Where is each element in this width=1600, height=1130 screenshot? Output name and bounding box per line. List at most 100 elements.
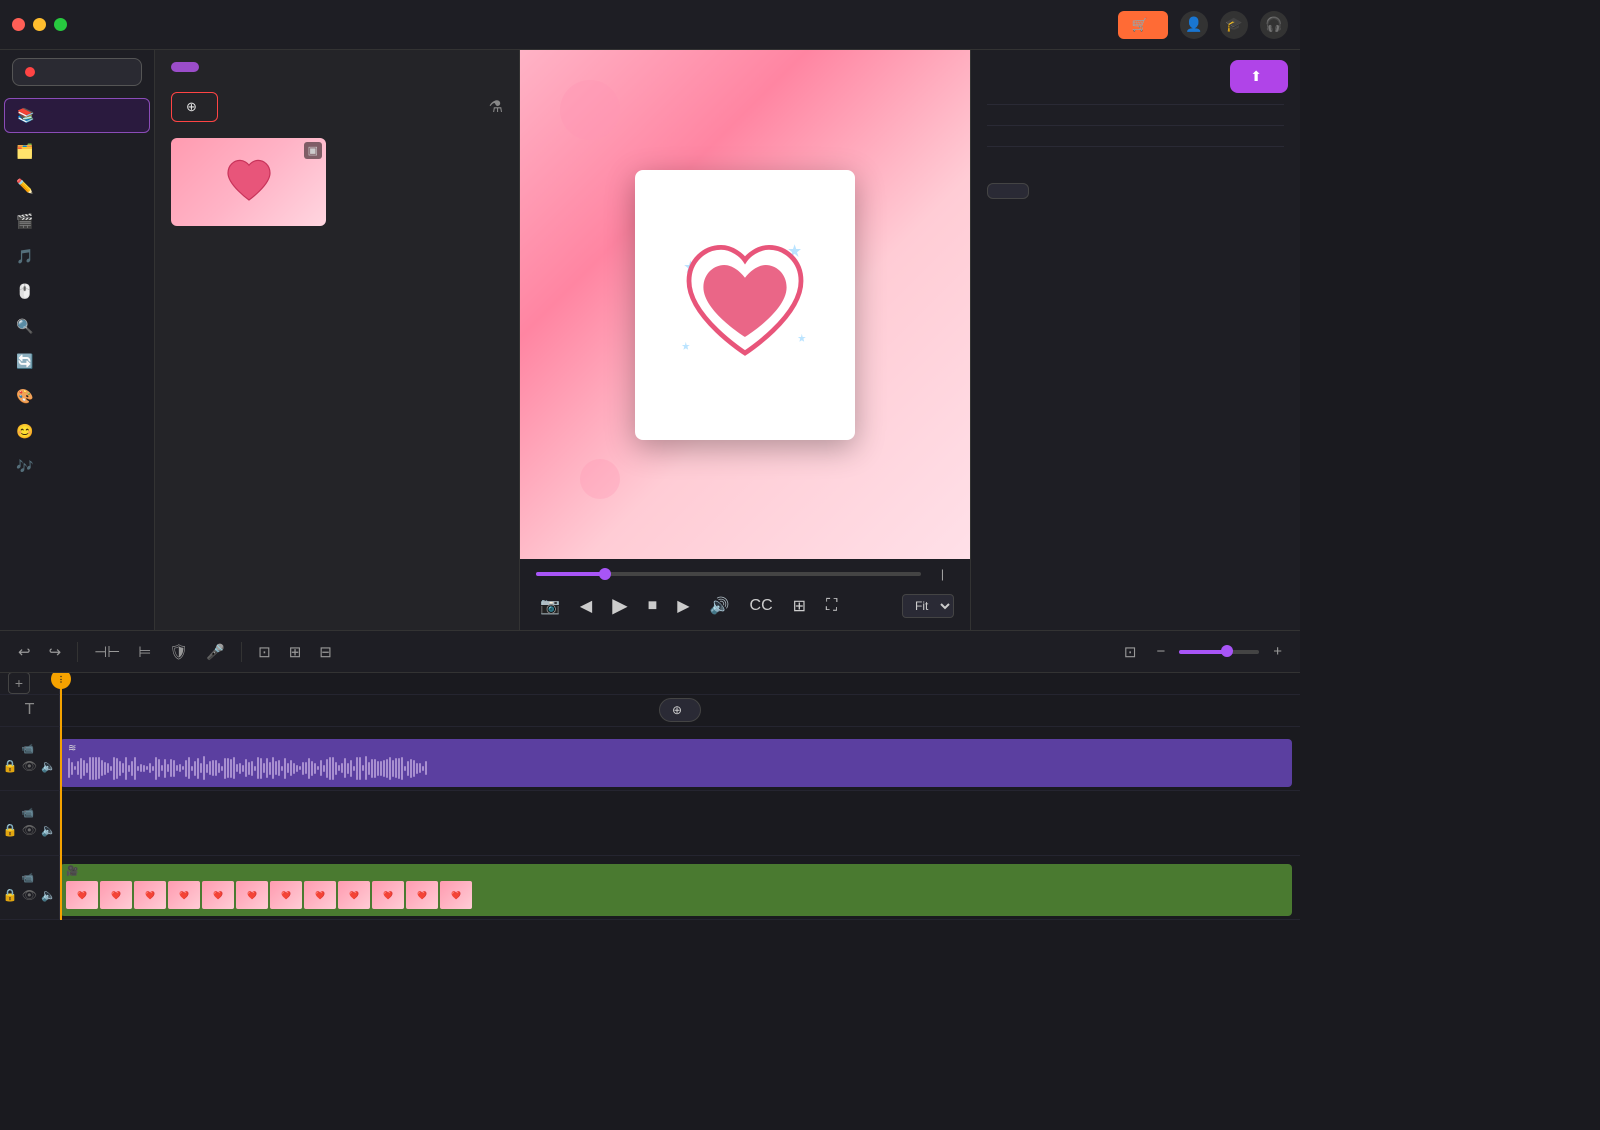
export-button[interactable]: ⬆ — [1230, 60, 1288, 93]
lock-icon-01[interactable]: 🔒 — [3, 888, 18, 902]
info-row-aspect-ratio — [987, 105, 1284, 126]
redo-button[interactable]: ↪ — [43, 639, 68, 665]
step-forward-button[interactable]: ▶ — [673, 592, 693, 620]
zoom-slider[interactable] — [1179, 650, 1259, 654]
video-thumb-7: ❤️ — [270, 881, 302, 909]
lock-icon-03[interactable]: 🔒 — [3, 759, 18, 773]
close-button[interactable] — [12, 18, 25, 31]
education-icon[interactable]: 🎓 — [1220, 11, 1248, 39]
playback-controls: 📷 ◀ ▶ ■ ▶ 🔊 CC ⊞ ⛶ Fit — [536, 589, 954, 622]
profile-icon[interactable]: 👤 — [1180, 11, 1208, 39]
audio-waveform: // Generate waveform bars inline const w… — [68, 754, 1284, 783]
maximize-button[interactable] — [54, 18, 67, 31]
sidebar-item-transitions[interactable]: 🔄 — [4, 345, 150, 378]
thumbnail-preview — [171, 138, 326, 226]
list-item[interactable]: ▣ — [171, 138, 326, 230]
video-clip[interactable]: 🎥 ❤️ ❤️ ❤️ ❤️ ❤️ ❤️ — [60, 864, 1292, 916]
mute-icon-02[interactable]: 🔈 — [41, 823, 56, 837]
zoom-in-button[interactable]: + — [1267, 639, 1288, 664]
zoom-out-button[interactable]: − — [1150, 639, 1171, 664]
split-button[interactable]: ⊣⊢ — [88, 639, 126, 665]
add-cam-button[interactable]: ⊟ — [313, 639, 338, 665]
video-thumb-4: ❤️ — [168, 881, 200, 909]
add-subtitles-button[interactable]: ⊕ — [659, 698, 701, 722]
import-media-button[interactable]: ⊕ — [171, 92, 218, 122]
minimize-button[interactable] — [33, 18, 46, 31]
video-thumb-12: ❤️ — [440, 881, 472, 909]
track-number-02: 📹 — [22, 808, 37, 819]
track-ctrl-icons-01: 🔒 👁 🔈 — [3, 888, 56, 902]
sidebar-item-audio-effects[interactable]: 🎵 — [4, 240, 150, 273]
add-media-button[interactable]: ⊡ — [252, 639, 277, 665]
trim-button[interactable]: ⊨ — [132, 639, 157, 665]
track-num-icon-03: 📹 — [22, 744, 34, 755]
shield-button[interactable]: 🛡 — [163, 639, 194, 665]
eye-icon-02[interactable]: 👁 — [22, 823, 37, 837]
library-tab[interactable] — [171, 62, 199, 72]
captions-button[interactable]: CC — [746, 593, 777, 619]
record-dot-icon — [25, 67, 35, 77]
fit-select[interactable]: Fit — [902, 594, 954, 618]
sidebar-item-stickers[interactable]: 😊 — [4, 415, 150, 448]
play-button[interactable]: ▶ — [608, 589, 631, 622]
stop-button[interactable]: ■ — [644, 593, 662, 619]
purchase-button[interactable]: 🛒 — [1118, 11, 1168, 39]
upload-icon: ⬆ — [1250, 68, 1262, 85]
audio-clip-label: ≋ — [68, 743, 1284, 754]
plus-icon: ⊕ — [672, 703, 682, 717]
playhead[interactable]: ⋮ — [60, 673, 62, 920]
sidebar-item-brand-kits[interactable]: 🎨 — [4, 380, 150, 413]
undo-button[interactable]: ↩ — [12, 639, 37, 665]
preview-controls: | 📷 ◀ ▶ ■ ▶ 🔊 CC ⊞ ⛶ Fit — [520, 559, 970, 630]
brand-kits-icon: 🎨 — [16, 388, 34, 405]
info-row-frame-rate — [987, 147, 1284, 167]
sidebar-item-templates[interactable]: 🗂️ — [4, 135, 150, 168]
volume-button[interactable]: 🔊 — [706, 592, 734, 620]
waveform-icon: ≋ — [68, 743, 76, 754]
main-content: 📚 🗂️ ✏️ 🎬 🎵 🖱️ 🔍 🔄 — [0, 50, 1300, 630]
fullscreen-button[interactable]: ⛶ — [822, 593, 841, 619]
sidebar-item-cursor-effects[interactable]: 🖱️ — [4, 275, 150, 308]
sidebar-item-my-library[interactable]: 📚 — [4, 98, 150, 133]
add-track-button[interactable]: + — [8, 673, 30, 694]
add-screen-button[interactable]: ⊞ — [283, 639, 308, 665]
filter-icon[interactable]: ⚗ — [489, 97, 503, 117]
progress-row: | — [536, 567, 954, 581]
library-header — [155, 50, 519, 84]
progress-fill — [536, 572, 605, 576]
step-back-button[interactable]: ◀ — [576, 592, 596, 620]
sidebar-item-video-effects[interactable]: 🎬 — [4, 205, 150, 238]
preview-background — [520, 50, 970, 559]
video-thumb-6: ❤️ — [236, 881, 268, 909]
zoom-controls: ⊡ − + — [1118, 639, 1288, 665]
screenshot-button[interactable]: 📷 — [536, 592, 564, 620]
headset-icon[interactable]: 🎧 — [1260, 11, 1288, 39]
timeline: ↩ ↪ ⊣⊢ ⊨ 🛡 🎤 ⊡ ⊞ ⊟ ⊡ − + + — [0, 630, 1300, 920]
track-number-01: 📹 — [22, 873, 37, 884]
timeline-toolbar: ↩ ↪ ⊣⊢ ⊨ 🛡 🎤 ⊡ ⊞ ⊟ ⊡ − + — [0, 631, 1300, 673]
eye-icon-03[interactable]: 👁 — [22, 759, 37, 773]
record-button[interactable] — [12, 58, 142, 86]
titlebar: 🛒 👤 🎓 🎧 — [0, 0, 1300, 50]
media-type-icon: ▣ — [304, 142, 322, 159]
mic-button[interactable]: 🎤 — [200, 639, 231, 665]
video-thumb-10: ❤️ — [372, 881, 404, 909]
annotations-icon: ✏️ — [16, 178, 34, 195]
lock-icon-02[interactable]: 🔒 — [3, 823, 18, 837]
crop-button[interactable]: ⊞ — [789, 592, 810, 620]
sidebar-item-annotations[interactable]: ✏️ — [4, 170, 150, 203]
sidebar-item-audios[interactable]: 🎶 — [4, 450, 150, 483]
zoom-fit-button[interactable]: ⊡ — [1118, 639, 1143, 665]
progress-bar[interactable] — [536, 572, 921, 576]
audio-clip[interactable]: ≋ // Generate waveform bars inline const… — [60, 739, 1292, 787]
library-panel: ⊕ ⚗ ▣ — [155, 50, 520, 630]
eye-icon-01[interactable]: 👁 — [22, 888, 37, 902]
sidebar-item-pan-zoom[interactable]: 🔍 — [4, 310, 150, 343]
edit-button[interactable] — [987, 183, 1029, 199]
mute-icon-01[interactable]: 🔈 — [41, 888, 56, 902]
toolbar-divider-1 — [77, 642, 78, 662]
video-thumb-1: ❤️ — [66, 881, 98, 909]
mute-icon-03[interactable]: 🔈 — [41, 759, 56, 773]
preview-panel: | 📷 ◀ ▶ ■ ▶ 🔊 CC ⊞ ⛶ Fit — [520, 50, 970, 630]
audios-icon: 🎶 — [16, 458, 34, 475]
